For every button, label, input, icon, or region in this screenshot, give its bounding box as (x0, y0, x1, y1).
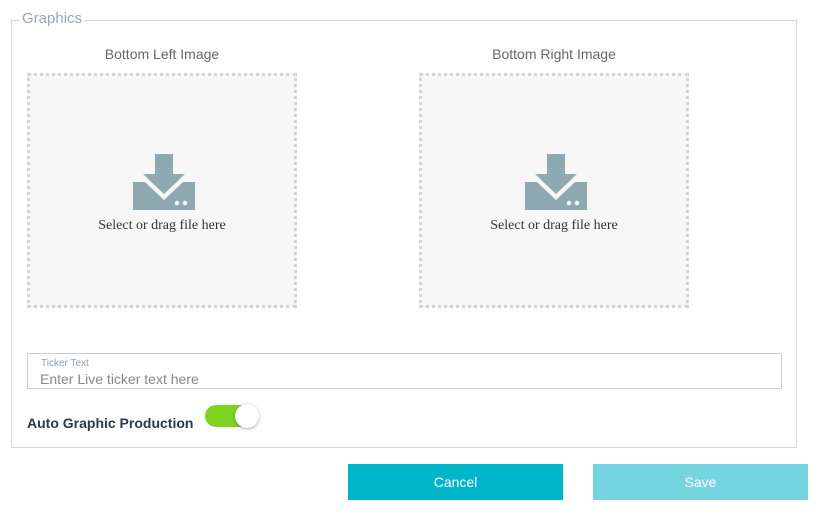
dropzone-prompt: Select or drag file here (98, 218, 226, 233)
save-button[interactable]: Save (593, 464, 808, 500)
bottom-right-image-dropzone[interactable]: Select or drag file here (419, 73, 689, 308)
bottom-right-image-title: Bottom Right Image (492, 46, 616, 62)
bottom-left-image-title: Bottom Left Image (104, 46, 220, 62)
auto-graphic-production-toggle[interactable] (205, 404, 259, 428)
download-tray-icon (133, 154, 195, 210)
ticker-text-input[interactable] (40, 371, 760, 387)
download-tray-icon (525, 154, 587, 210)
auto-graphic-production-label: Auto Graphic Production (27, 415, 194, 431)
section-legend: Graphics (20, 10, 85, 28)
cancel-button[interactable]: Cancel (348, 464, 563, 500)
toggle-knob (235, 404, 259, 428)
ticker-text-label: Ticker Text (41, 358, 89, 369)
dropzone-prompt: Select or drag file here (490, 218, 618, 233)
bottom-left-image-dropzone[interactable]: Select or drag file here (27, 73, 297, 308)
ticker-text-field[interactable]: Ticker Text (27, 353, 782, 389)
